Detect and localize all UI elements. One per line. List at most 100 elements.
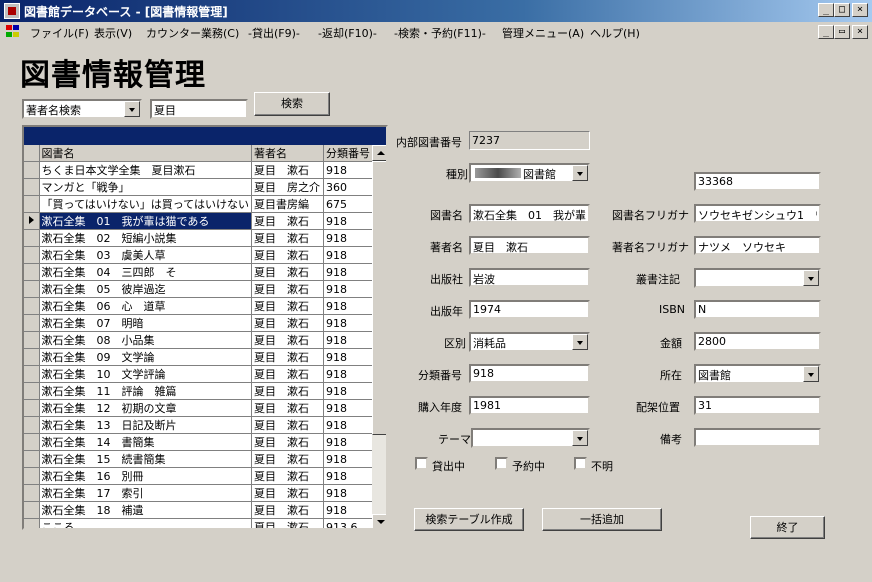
cell-author[interactable]: 夏目 漱石: [251, 501, 324, 519]
author-kana-field[interactable]: ナツメ ソウセキ: [694, 236, 821, 255]
cell-title[interactable]: 漱石全集 06 心 道草: [39, 297, 252, 315]
cell-title[interactable]: 漱石全集 01 我が輩は猫である: [39, 212, 252, 230]
chevron-down-icon[interactable]: [803, 270, 819, 286]
column-header-title[interactable]: 図書名: [39, 145, 252, 162]
mdi-child-icon[interactable]: [6, 25, 20, 38]
table-row[interactable]: 漱石全集 13 日記及断片 夏目 漱石 918: [24, 416, 386, 434]
close-window-button[interactable]: ×: [852, 3, 868, 17]
row-selector[interactable]: [24, 246, 40, 264]
cell-author[interactable]: 夏目 漱石: [251, 348, 324, 366]
table-row[interactable]: こころ 夏目 漱石 913.6: [24, 518, 386, 528]
cell-title[interactable]: 漱石全集 18 補遺: [39, 501, 252, 519]
row-selector[interactable]: [24, 399, 40, 417]
row-selector[interactable]: [24, 467, 40, 485]
table-row[interactable]: 漱石全集 16 別冊 夏目 漱石 918: [24, 467, 386, 485]
chevron-down-icon[interactable]: [572, 430, 588, 446]
code-field[interactable]: 33368: [694, 172, 821, 191]
cell-title[interactable]: 漱石全集 16 別冊: [39, 467, 252, 485]
chevron-down-icon[interactable]: [572, 334, 588, 350]
row-selector[interactable]: [24, 416, 40, 434]
title-field[interactable]: 漱石全集 01 我が輩: [469, 204, 590, 223]
child-close-button[interactable]: ×: [852, 25, 868, 39]
scroll-up-icon[interactable]: [372, 145, 386, 161]
table-row[interactable]: ちくま日本文学全集 夏目漱石 夏目 漱石 918: [24, 161, 386, 179]
table-row[interactable]: 漱石全集 02 短編小説集 夏目 漱石 918: [24, 229, 386, 247]
child-minimize-button[interactable]: _: [818, 25, 834, 39]
row-selector[interactable]: [24, 178, 40, 196]
minimize-button[interactable]: _: [818, 3, 834, 17]
note-field[interactable]: [694, 428, 821, 447]
price-field[interactable]: 2800: [694, 332, 821, 351]
table-row[interactable]: 漱石全集 18 補遺 夏目 漱石 918: [24, 501, 386, 519]
cell-author[interactable]: 夏目 漱石: [251, 297, 324, 315]
cell-author[interactable]: 夏目 房之介: [251, 178, 324, 196]
cell-title[interactable]: 漱石全集 04 三四郎 そ: [39, 263, 252, 281]
cell-author[interactable]: 夏目 漱石: [251, 331, 324, 349]
table-row[interactable]: 漱石全集 04 三四郎 そ夏目 漱石 918: [24, 263, 386, 281]
close-button[interactable]: 終了: [750, 516, 825, 539]
table-row[interactable]: 漱石全集 11 評論 雑篇 夏目 漱石 918: [24, 382, 386, 400]
column-header-author[interactable]: 著者名: [251, 145, 324, 162]
table-row[interactable]: 漱石全集 05 彼岸過迄 夏目 漱石 918: [24, 280, 386, 298]
cell-author[interactable]: 夏目 漱石: [251, 161, 324, 179]
menu-return[interactable]: -返却(F10)-: [318, 25, 377, 41]
row-selector[interactable]: [24, 331, 40, 349]
cell-author[interactable]: 夏目 漱石: [251, 416, 324, 434]
author-field[interactable]: 夏目 漱石: [469, 236, 590, 255]
table-row[interactable]: 漱石全集 06 心 道草 夏目 漱石 918: [24, 297, 386, 315]
cell-title[interactable]: ちくま日本文学全集 夏目漱石: [39, 161, 252, 179]
chevron-down-icon[interactable]: [572, 165, 588, 181]
cell-author[interactable]: 夏目 漱石: [251, 484, 324, 502]
chevron-down-icon[interactable]: [803, 366, 819, 382]
cell-title[interactable]: こころ: [39, 518, 252, 528]
year-field[interactable]: 1974: [469, 300, 590, 319]
row-selector[interactable]: [24, 314, 40, 332]
cell-title[interactable]: 漱石全集 17 索引: [39, 484, 252, 502]
title-kana-field[interactable]: ソウセキゼンシュウ1 ワガハ: [694, 204, 821, 223]
table-row[interactable]: 漱石全集 09 文学論 夏目 漱石 918: [24, 348, 386, 366]
menu-file[interactable]: ファイル(F): [30, 25, 89, 41]
table-row[interactable]: 漱石全集 01 我が輩は猫である 夏目 漱石 918: [24, 212, 386, 230]
menu-search-reserve[interactable]: -検索・予約(F11)-: [394, 25, 486, 41]
cell-author[interactable]: 夏目 漱石: [251, 382, 324, 400]
cell-author[interactable]: 夏目 漱石: [251, 280, 324, 298]
theme-select[interactable]: [471, 428, 590, 448]
child-restore-button[interactable]: ▭: [834, 25, 850, 39]
publisher-field[interactable]: 岩波: [469, 268, 590, 287]
lending-checkbox[interactable]: [415, 457, 428, 470]
cell-author[interactable]: 夏目 漱石: [251, 467, 324, 485]
search-button[interactable]: 検索: [254, 92, 330, 116]
maximize-button[interactable]: □: [834, 3, 850, 17]
cell-author[interactable]: 夏目 漱石: [251, 229, 324, 247]
row-selector[interactable]: [24, 450, 40, 468]
reserved-checkbox[interactable]: [495, 457, 508, 470]
type-select[interactable]: 図書館: [469, 163, 590, 183]
cell-title[interactable]: 漱石全集 11 評論 雑篇: [39, 382, 252, 400]
cell-title[interactable]: 漱石全集 07 明暗: [39, 314, 252, 332]
row-selector[interactable]: [24, 229, 40, 247]
search-mode-select[interactable]: 著者名検索: [22, 99, 142, 119]
cell-title[interactable]: マンガと「戦争」: [39, 178, 252, 196]
cell-author[interactable]: 夏目書房編: [251, 195, 324, 213]
scroll-thumb[interactable]: [372, 161, 386, 435]
row-selector[interactable]: [24, 382, 40, 400]
row-selector[interactable]: [24, 348, 40, 366]
cell-author[interactable]: 夏目 漱石: [251, 263, 324, 281]
row-selector[interactable]: [24, 365, 40, 383]
cell-title[interactable]: 漱石全集 02 短編小説集: [39, 229, 252, 247]
row-selector[interactable]: [24, 518, 40, 528]
cell-author[interactable]: 夏目 漱石: [251, 433, 324, 451]
menu-admin[interactable]: 管理メニュー(A): [502, 25, 584, 41]
cell-author[interactable]: 夏目 漱石: [251, 518, 324, 528]
table-row[interactable]: 漱石全集 10 文学評論 夏目 漱石 918: [24, 365, 386, 383]
app-icon[interactable]: [4, 3, 20, 19]
cell-title[interactable]: 漱石全集 14 書簡集: [39, 433, 252, 451]
class-field[interactable]: 918: [469, 364, 590, 383]
table-row[interactable]: 漱石全集 07 明暗 夏目 漱石 918: [24, 314, 386, 332]
row-selector[interactable]: [24, 263, 40, 281]
cell-author[interactable]: 夏目 漱石: [251, 314, 324, 332]
table-row[interactable]: 漱石全集 03 虞美人草 夏目 漱石 918: [24, 246, 386, 264]
grid-vertical-scrollbar[interactable]: [372, 145, 386, 528]
row-selector[interactable]: [24, 484, 40, 502]
cell-author[interactable]: 夏目 漱石: [251, 246, 324, 264]
